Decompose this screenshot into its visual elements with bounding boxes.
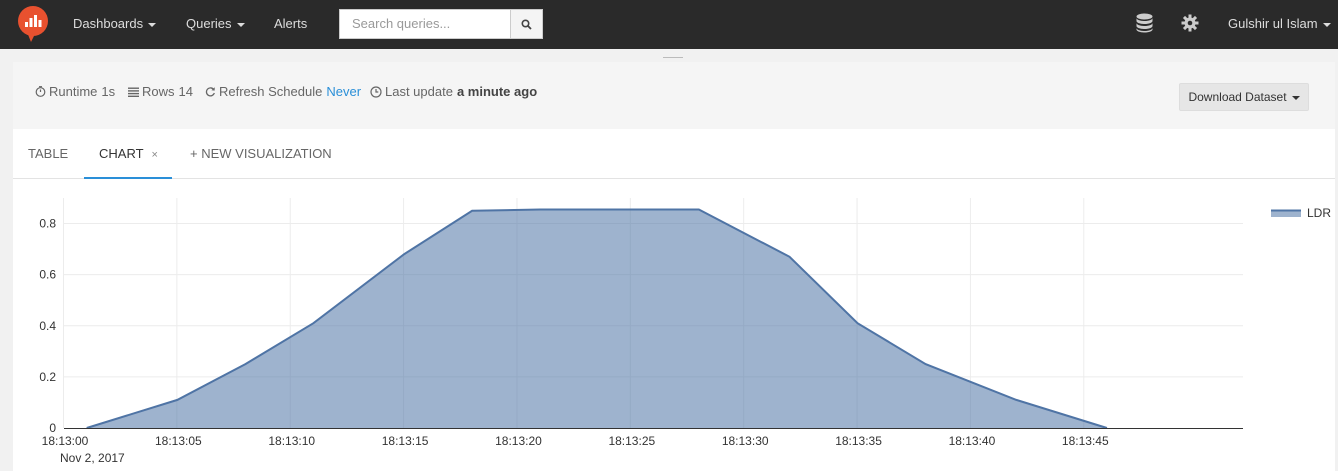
data-point — [1014, 397, 1019, 402]
redash-logo-icon[interactable] — [17, 5, 49, 43]
close-icon[interactable]: × — [152, 149, 158, 161]
database-icon[interactable] — [1136, 13, 1153, 33]
nav-dashboards[interactable]: Dashboards — [73, 0, 157, 49]
tab-new-visualization-label: + New Visualization — [190, 146, 332, 161]
list-icon — [128, 87, 139, 97]
download-dataset-label: Download Dataset — [1188, 90, 1287, 104]
x-tick-date-label: Nov 2, 2017 — [60, 451, 125, 465]
chevron-down-icon — [1291, 95, 1300, 100]
tab-table[interactable]: Table — [28, 129, 68, 179]
legend-label: LDR — [1307, 206, 1331, 220]
x-tick-label: 18:13:00 — [42, 434, 89, 448]
runtime-label: Runtime — [49, 84, 98, 99]
y-tick-label: 0.2 — [39, 370, 56, 384]
data-point — [855, 321, 860, 326]
refresh-schedule-link[interactable]: Never — [326, 84, 361, 99]
data-point — [311, 321, 316, 326]
y-tick-label: 0.4 — [39, 319, 56, 333]
y-tick-label: 0 — [49, 421, 56, 435]
download-dataset-button[interactable]: Download Dataset — [1179, 83, 1309, 111]
user-menu[interactable]: Gulshir ul Islam — [1228, 0, 1331, 49]
x-tick-label: 18:13:25 — [608, 434, 655, 448]
nav-alerts-label: Alerts — [274, 16, 308, 31]
clock-icon — [370, 85, 382, 98]
rows-info: Rows 14 — [128, 84, 193, 99]
last-update-info: Last update a minute ago — [370, 84, 537, 99]
y-tick-label: 0.6 — [39, 268, 56, 282]
data-point — [696, 207, 701, 212]
search-icon — [521, 18, 532, 30]
runtime-info: Runtime 1s — [35, 84, 115, 99]
data-point — [402, 252, 407, 257]
query-meta-bar: Runtime 1s Rows 14 Refresh Schedule Neve… — [13, 62, 1335, 129]
runtime-value: 1s — [101, 84, 116, 99]
nav-dashboards-label: Dashboards — [73, 16, 144, 31]
tab-new-visualization[interactable]: + New Visualization — [190, 129, 332, 179]
user-name: Gulshir ul Islam — [1228, 16, 1318, 31]
x-tick-label: 18:13:20 — [495, 434, 542, 448]
chevron-down-icon — [148, 22, 157, 27]
tab-chart[interactable]: Chart × — [84, 129, 172, 179]
tab-table-label: Table — [28, 146, 69, 161]
data-point — [470, 208, 475, 213]
x-tick-label: 18:13:10 — [268, 434, 315, 448]
x-tick-label: 18:13:05 — [155, 434, 202, 448]
top-navbar: Dashboards Queries Alerts Search queries… — [0, 0, 1338, 49]
x-tick-label: 18:13:35 — [835, 434, 882, 448]
chevron-down-icon — [1322, 22, 1331, 27]
search-button[interactable] — [510, 9, 543, 39]
data-point — [538, 207, 543, 212]
refresh-icon — [205, 87, 215, 97]
nav-queries-label: Queries — [186, 16, 232, 31]
rows-label: Rows — [142, 84, 175, 99]
nav-alerts[interactable]: Alerts — [274, 0, 307, 49]
search-input[interactable]: Search queries... — [339, 9, 511, 39]
tab-chart-label: Chart — [99, 146, 144, 161]
x-tick-label: 18:13:40 — [949, 434, 996, 448]
clock-icon — [35, 86, 46, 97]
y-tick-label: 0.8 — [39, 217, 56, 231]
x-tick-label: 18:13:45 — [1062, 434, 1109, 448]
nav-queries[interactable]: Queries — [186, 0, 245, 49]
data-point — [923, 362, 928, 367]
x-tick-label: 18:13:15 — [382, 434, 429, 448]
x-tick-label: 18:13:30 — [722, 434, 769, 448]
data-point — [787, 254, 792, 259]
data-point — [628, 207, 633, 212]
data-point — [175, 397, 180, 402]
refresh-schedule-info: Refresh Schedule Never — [205, 84, 361, 99]
update-value: a minute ago — [456, 84, 538, 99]
update-label: Last update — [385, 84, 453, 99]
refresh-label: Refresh Schedule — [219, 84, 323, 99]
gear-icon[interactable] — [1181, 14, 1199, 32]
rows-value: 14 — [178, 84, 193, 99]
visualization-tabs: Table Chart × + New Visualization — [13, 129, 1335, 179]
data-point — [243, 362, 248, 367]
chevron-down-icon — [236, 22, 245, 27]
